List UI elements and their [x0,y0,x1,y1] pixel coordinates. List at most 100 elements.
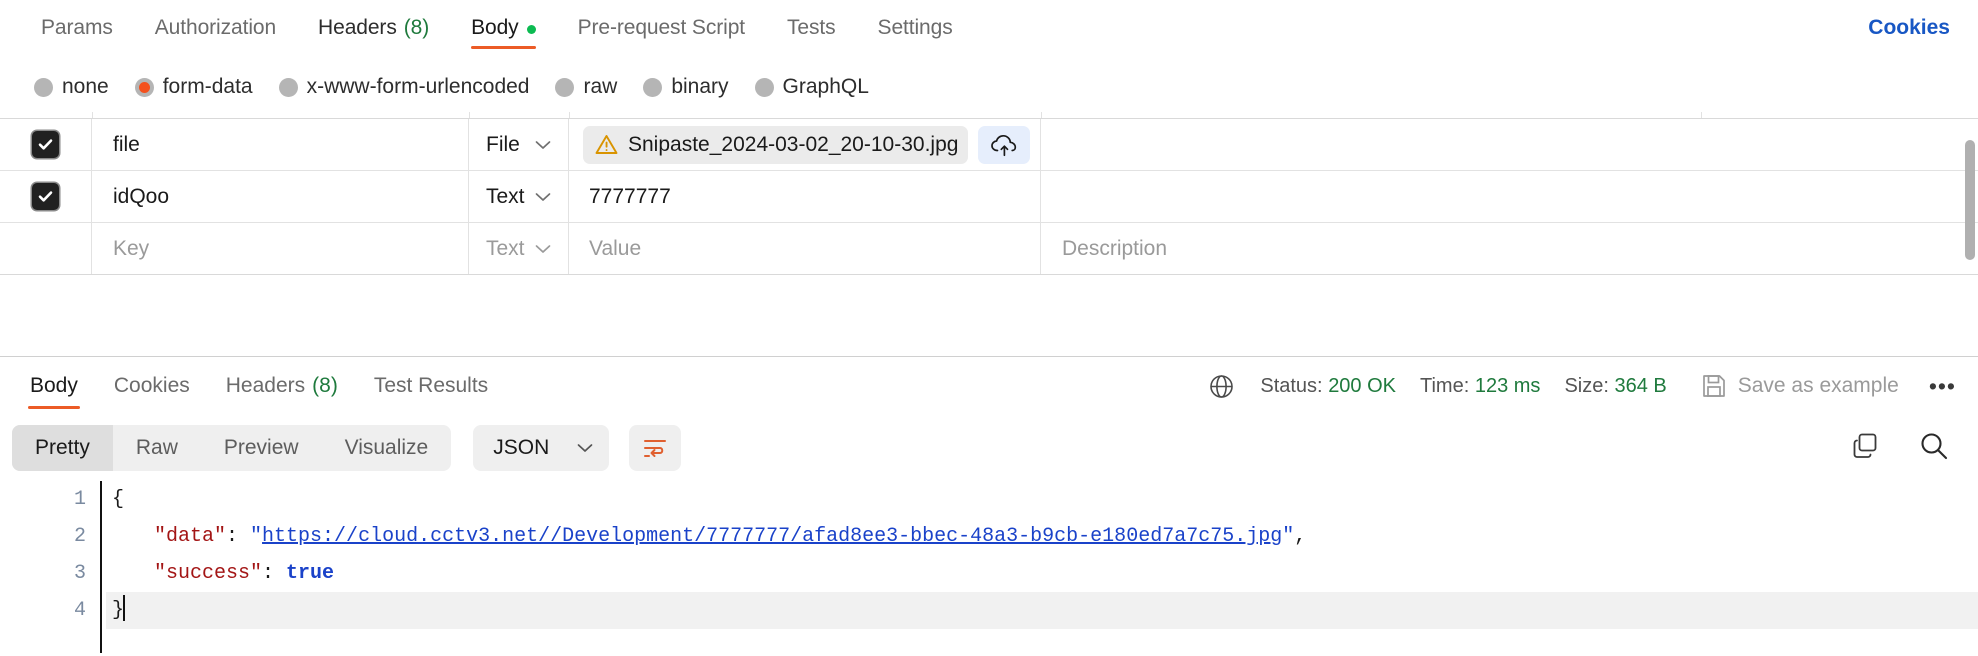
new-row-type-dropdown[interactable]: Text [469,223,569,274]
upload-file-button[interactable] [978,126,1030,164]
body-type-none[interactable]: none [34,75,109,99]
chevron-down-icon [535,140,551,150]
row-key-cell[interactable]: file [92,119,469,170]
json-value-url-link[interactable]: https://cloud.cctv3.net//Development/777… [262,525,1282,548]
body-type-graphql[interactable]: GraphQL [755,75,869,99]
chevron-down-icon [535,244,551,254]
body-type-form-data[interactable]: form-data [135,75,253,99]
radio-form-data-selected-icon [135,78,154,97]
format-tab-pretty[interactable]: Pretty [12,425,113,471]
network-globe-icon[interactable] [1207,372,1236,401]
cookies-link[interactable]: Cookies [1868,16,1950,40]
body-modified-dot-icon [527,25,536,34]
globe-icon-glyph [1207,372,1236,401]
row-type-value: Text [486,185,525,209]
status-value: 200 OK [1328,375,1396,397]
line-number: 4 [0,592,86,629]
check-icon [37,188,54,205]
line-number: 1 [0,481,86,518]
new-row-description-input[interactable]: Description [1041,223,1978,274]
new-row-value-input[interactable]: Value [569,223,1041,274]
tab-settings[interactable]: Settings [857,0,974,56]
format-segmented-control: Pretty Raw Preview Visualize [12,425,451,471]
new-row-description-placeholder: Description [1062,237,1167,261]
tab-authorization[interactable]: Authorization [134,0,297,56]
size-value: 364 B [1614,375,1666,397]
response-tab-body-label: Body [30,374,78,398]
row-type-dropdown-idqoo[interactable]: Text [469,171,569,222]
save-floppy-icon [1701,373,1727,399]
format-tab-visualize[interactable]: Visualize [322,425,452,471]
row-type-value: File [486,133,520,157]
row-checkbox-file[interactable] [32,131,59,158]
tab-body-active-underline [471,46,535,49]
response-tab-test-results[interactable]: Test Results [356,357,506,415]
response-tab-headers[interactable]: Headers (8) [208,357,356,415]
body-type-x-www-form-urlencoded[interactable]: x-www-form-urlencoded [279,75,530,99]
wrap-lines-toggle-button[interactable] [629,425,681,471]
response-tab-headers-label: Headers [226,374,305,398]
body-type-graphql-label: GraphQL [783,75,869,99]
format-tab-raw[interactable]: Raw [113,425,201,471]
json-colon: : [226,525,250,548]
format-tab-raw-label: Raw [136,436,178,460]
row-description-cell[interactable] [1041,171,1978,222]
chevron-down-icon [535,192,551,202]
status-label: Status: [1260,375,1322,397]
table-row: idQoo Text 7777777 [0,171,1978,223]
format-tab-preview[interactable]: Preview [201,425,322,471]
json-value-true: true [286,562,334,585]
new-row-key-input[interactable]: Key [92,223,469,274]
response-language-value: JSON [493,436,549,460]
radio-none-icon [34,78,53,97]
tab-pre-request-script[interactable]: Pre-request Script [557,0,766,56]
code-left-border [100,481,102,653]
format-tab-preview-label: Preview [224,436,299,460]
body-type-binary[interactable]: binary [643,75,728,99]
response-tab-body[interactable]: Body [12,357,96,415]
copy-response-button[interactable] [1850,431,1880,466]
row-checkbox-idqoo[interactable] [32,183,59,210]
radio-binary-icon [643,78,662,97]
tab-headers-count: (8) [404,16,429,40]
wrap-lines-icon [642,437,668,459]
row-key-cell[interactable]: idQoo [92,171,469,222]
selected-file-chip[interactable]: Snipaste_2024-03-02_20-10-30.jpg [583,126,968,164]
search-response-button[interactable] [1918,430,1950,467]
selected-file-name: Snipaste_2024-03-02_20-10-30.jpg [628,133,958,157]
line-number: 2 [0,518,86,555]
postman-request-response-panel: Params Authorization Headers (8) Body Pr… [0,0,1978,656]
radio-urlencoded-icon [279,78,298,97]
row-type-dropdown-file[interactable]: File [469,119,569,170]
table-row-empty: Key Text Value Description [0,223,1978,275]
tab-headers[interactable]: Headers (8) [297,0,450,56]
response-tab-cookies[interactable]: Cookies [96,357,208,415]
response-language-dropdown[interactable]: JSON [473,425,609,471]
request-body-scrollbar[interactable] [1965,140,1975,260]
size-metric: Size: 364 B [1564,375,1666,398]
row-value-cell-idqoo[interactable]: 7777777 [569,171,1041,222]
text-cursor [123,595,125,621]
tab-params[interactable]: Params [20,0,134,56]
row-enabled-cell-empty [0,223,92,274]
radio-raw-icon [555,78,574,97]
body-type-raw[interactable]: raw [555,75,617,99]
save-as-example-button[interactable]: Save as example [1701,373,1899,399]
json-close-quote: " [1282,525,1294,548]
new-row-value-placeholder: Value [583,237,641,261]
tab-tests[interactable]: Tests [766,0,857,56]
code-line-3: "success": true [106,555,1978,592]
response-pane: Body Cookies Headers (8) Test Results [0,356,1978,656]
code-line-numbers: 1 2 3 4 [0,481,100,653]
json-comma: , [1294,525,1306,548]
response-body-code-viewer[interactable]: 1 2 3 4 { "data": "https://cloud.cctv3.n… [0,481,1978,653]
tab-body[interactable]: Body [450,0,556,56]
response-tab-body-active-underline [28,406,80,409]
size-label: Size: [1564,375,1608,397]
tab-tests-label: Tests [787,16,836,40]
form-data-table: file File Snipaste_2024-03-02_20-10-30.j… [0,118,1978,275]
tab-params-label: Params [41,16,113,40]
response-more-options-button[interactable]: ••• [1929,373,1956,400]
copy-icon [1850,431,1880,461]
row-description-cell[interactable] [1041,119,1978,170]
